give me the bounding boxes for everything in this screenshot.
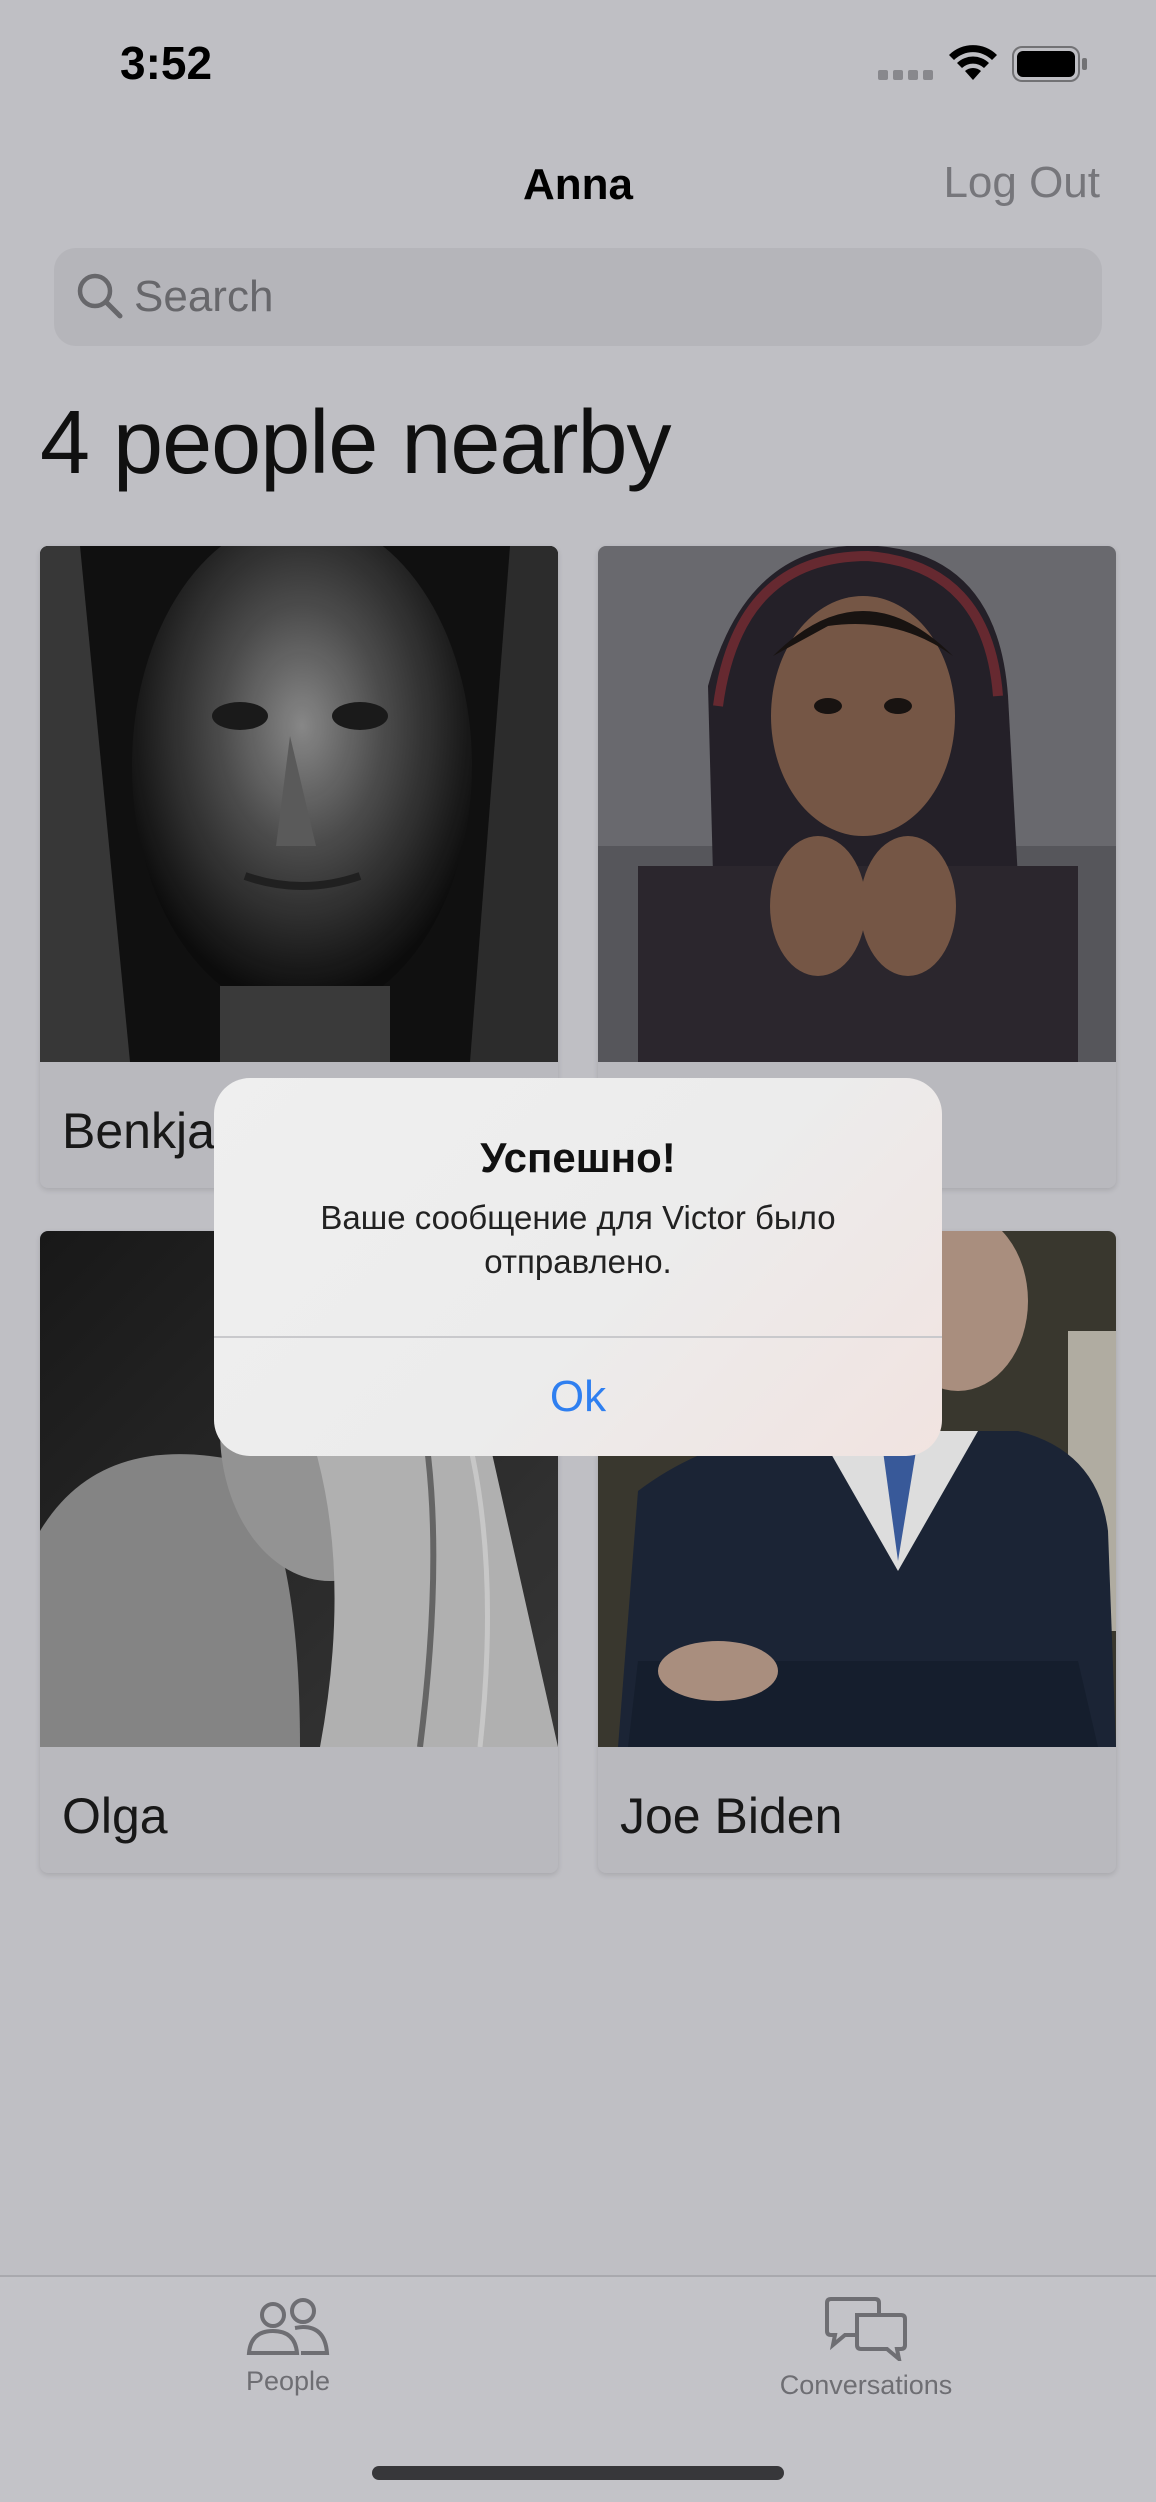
home-indicator xyxy=(372,2466,784,2480)
success-alert: Успешно! Ваше сообщение для Victor было … xyxy=(214,1078,942,1456)
alert-message: Ваше сообщение для Victor было отправлен… xyxy=(320,1199,836,1280)
alert-ok-button[interactable]: Ok xyxy=(214,1338,942,1456)
tab-conversations[interactable]: Conversations xyxy=(716,2297,1016,2401)
conversations-icon xyxy=(825,2297,907,2365)
alert-title: Успешно! xyxy=(480,1134,676,1181)
people-icon xyxy=(246,2298,330,2355)
tab-conversations-label: Conversations xyxy=(779,2370,953,2400)
tab-people[interactable]: People xyxy=(138,2297,438,2397)
tab-people-label: People xyxy=(245,2366,331,2396)
